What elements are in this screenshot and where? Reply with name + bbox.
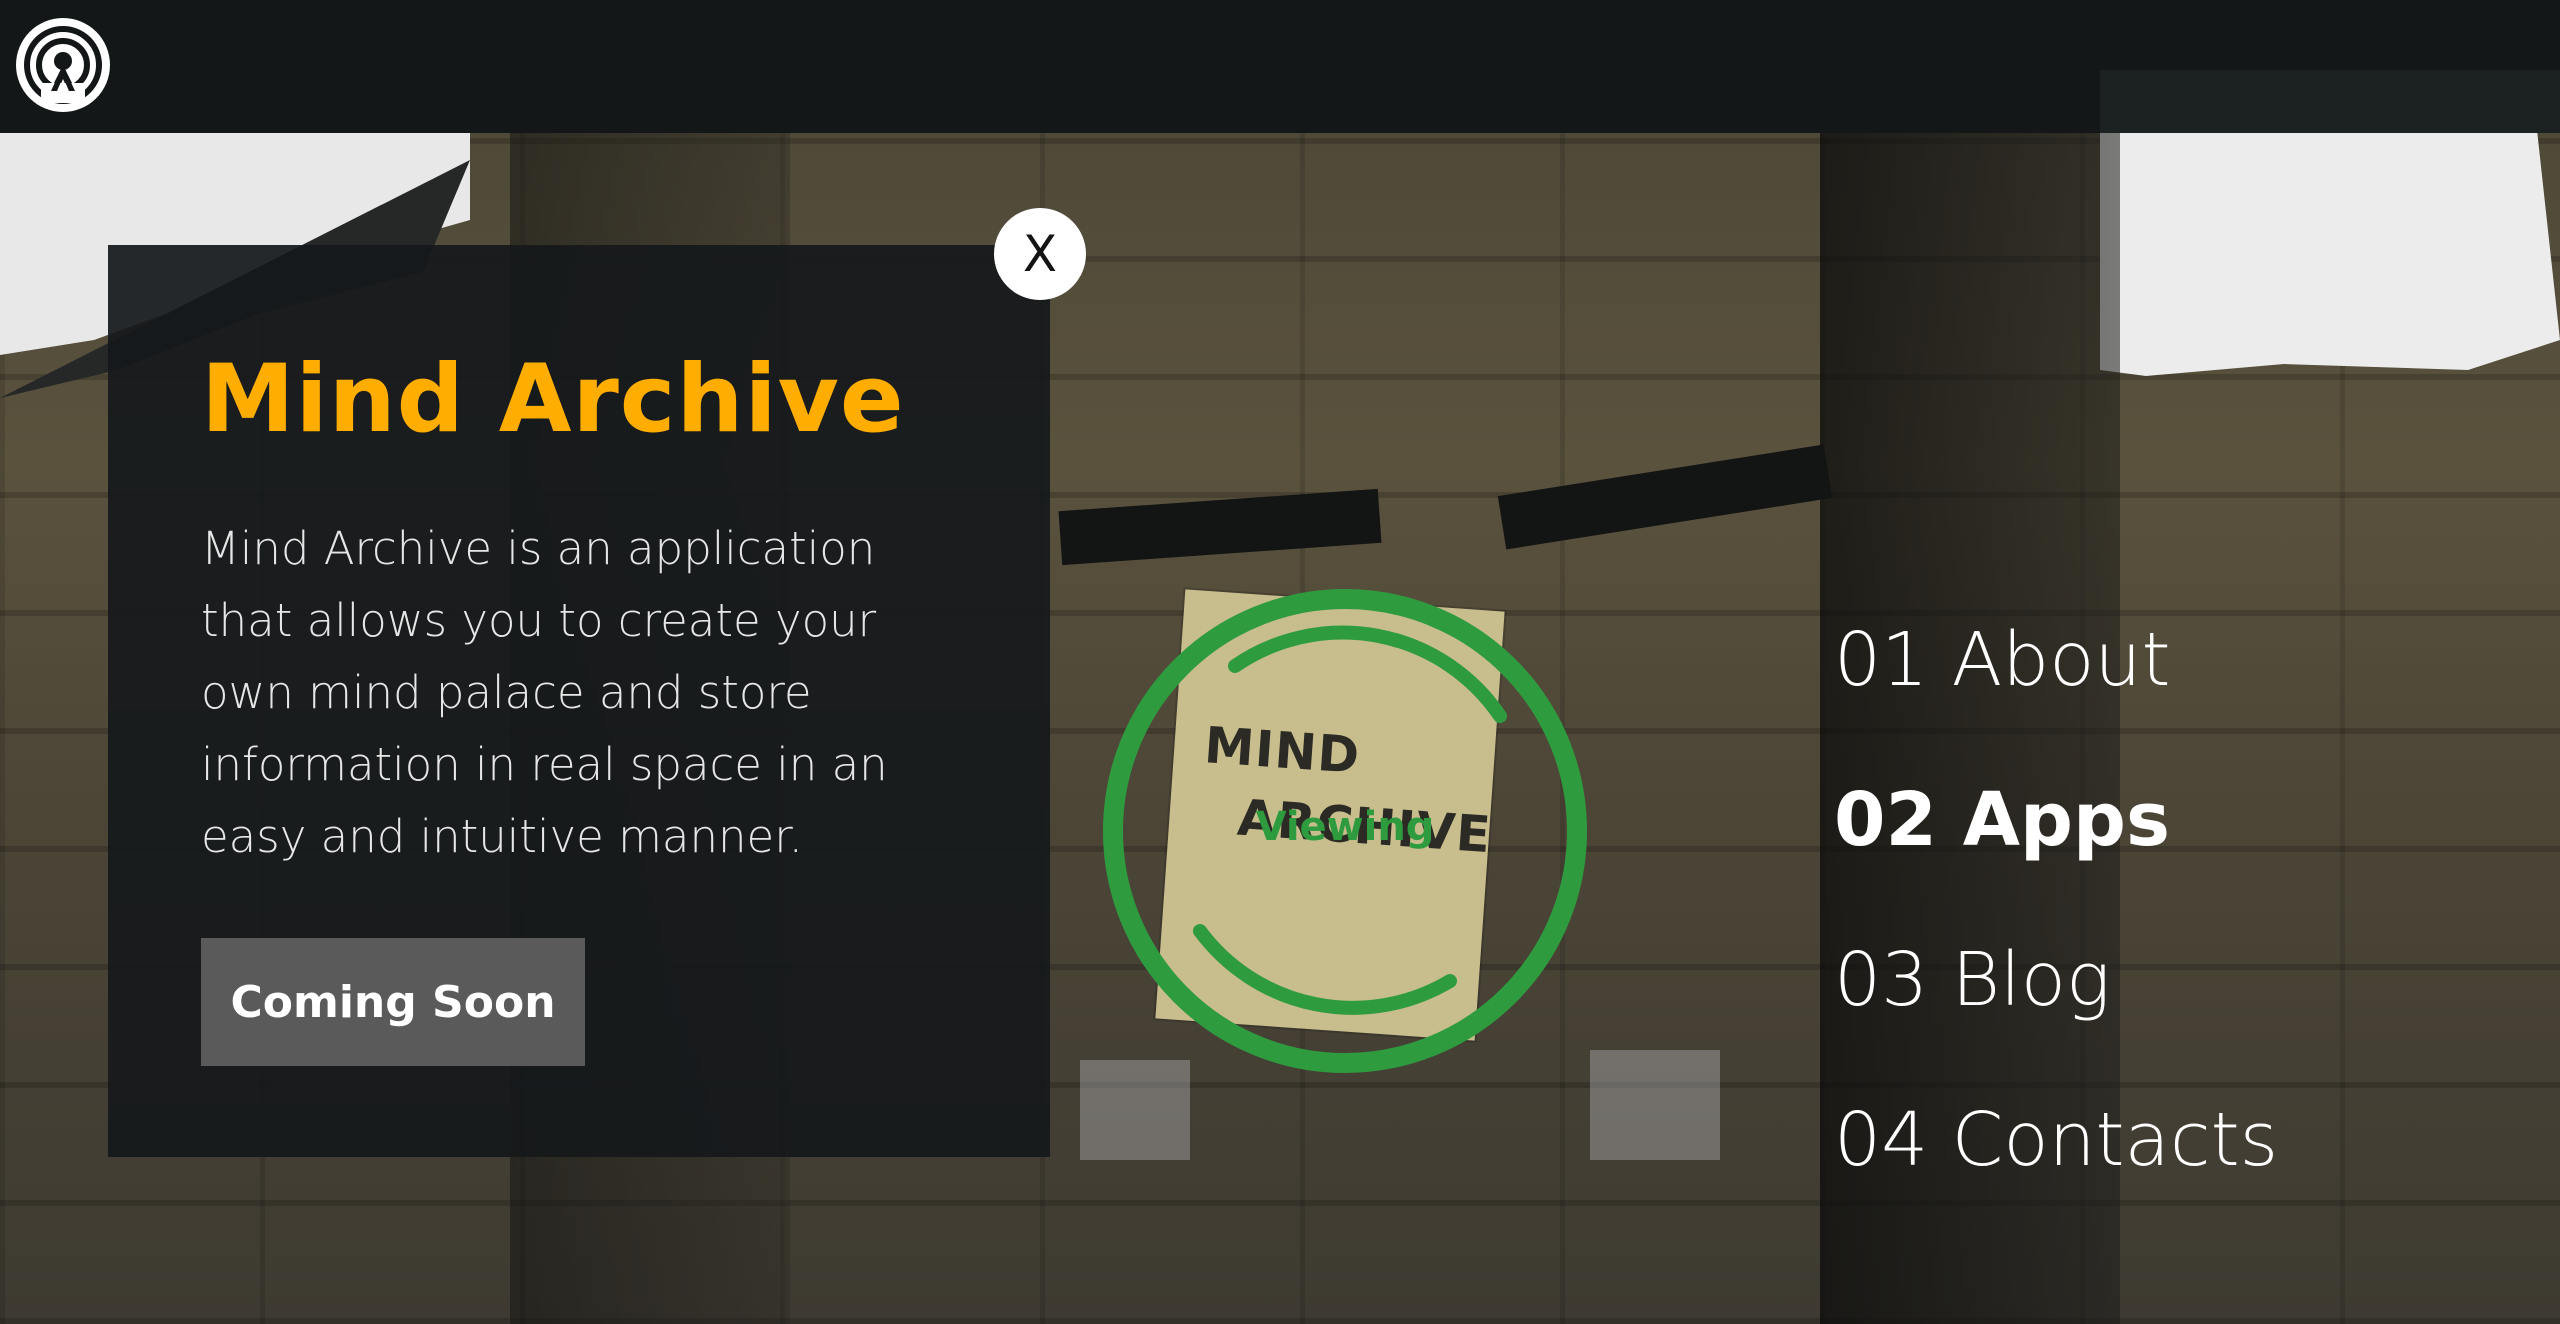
close-button[interactable]: X [994,208,1086,300]
nav-item-about[interactable]: 01 About [1834,600,2474,760]
sky-right [2100,130,2560,376]
top-bar-shadow [2100,70,2560,133]
logo-button[interactable] [16,18,110,112]
nav-item-contacts[interactable]: 04 Contacts [1834,1080,2474,1240]
signal-tower-icon [24,26,102,104]
nav-item-apps[interactable]: 02 Apps [1834,760,2474,920]
side-navigation: 01 About 02 Apps 03 Blog 04 Contacts [1834,600,2474,1240]
card-title: Mind Archive [201,345,905,454]
stone-patch [1590,1050,1720,1160]
wall-beam [1058,488,1382,566]
nav-item-blog[interactable]: 03 Blog [1834,920,2474,1080]
coming-soon-button[interactable]: Coming Soon [201,938,585,1066]
wall-beam [1497,444,1833,550]
viewing-status-label: Viewing [1255,804,1435,850]
scene-background: MIND ARCHIVE Viewing Mind Archive Mind A… [0,0,2560,1324]
card-description: Mind Archive is an application that allo… [201,522,888,863]
app-info-card: Mind Archive Mind Archive is an applicat… [108,245,1050,1157]
